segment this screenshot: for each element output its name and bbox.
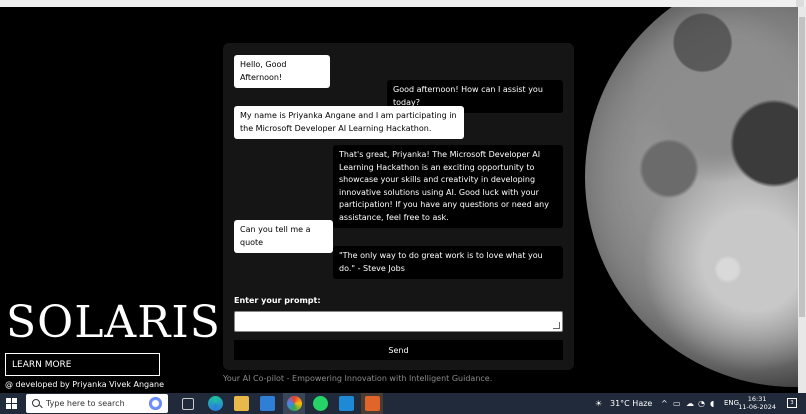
onedrive-icon[interactable]: ☁	[686, 393, 694, 414]
learn-more-button[interactable]: LEARN MORE	[5, 353, 160, 376]
clock-date: 11-06-2024	[738, 403, 776, 411]
task-view-icon[interactable]	[182, 398, 194, 410]
scrollbar-thumb[interactable]	[799, 17, 805, 317]
browser-icon[interactable]	[287, 396, 302, 411]
browser-top-strip	[0, 0, 806, 7]
moon-image	[585, 7, 806, 387]
cortana-icon[interactable]	[149, 397, 162, 410]
clock-time: 16:31	[747, 395, 767, 403]
user-message: My name is Priyanka Angane and I am part…	[234, 106, 464, 139]
brand-title: SOLARIS	[6, 297, 221, 348]
windows-start-icon[interactable]	[6, 398, 17, 409]
battery-icon[interactable]: ▭	[673, 393, 681, 414]
tagline: Your AI Co-pilot - Empowering Innovation…	[223, 374, 493, 383]
vscode-icon[interactable]	[339, 396, 354, 411]
taskbar: Type here to search ☀ 31°C Haze ^ ▭ ☁ ◔ …	[0, 393, 806, 414]
prompt-input[interactable]	[234, 311, 563, 332]
search-placeholder: Type here to search	[46, 399, 125, 408]
page-scrollbar[interactable]	[798, 7, 806, 393]
volume-icon[interactable]: ◖	[710, 393, 714, 414]
send-button[interactable]: Send	[234, 340, 563, 360]
resize-grip-icon[interactable]	[553, 322, 560, 329]
search-icon	[32, 399, 40, 407]
wifi-icon[interactable]: ◔	[698, 393, 705, 414]
weather-text[interactable]: 31°C Haze	[610, 393, 652, 414]
taskbar-search-box[interactable]: Type here to search	[26, 394, 168, 413]
edge-icon[interactable]	[208, 396, 223, 411]
developer-credit: @ developed by Priyanka Vivek Angane	[5, 380, 164, 389]
language-indicator[interactable]: ENG	[724, 393, 739, 414]
notification-icon[interactable]: 3	[787, 398, 797, 408]
bot-message: "The only way to do great work is to lov…	[333, 246, 563, 279]
prompt-label: Enter your prompt:	[234, 296, 321, 305]
chevron-up-icon[interactable]: ^	[661, 393, 668, 414]
clock[interactable]: 16:31 11-06-2024	[738, 395, 776, 411]
user-message: Hello, Good Afternoon!	[234, 55, 330, 88]
whatsapp-icon[interactable]	[313, 396, 328, 411]
file-explorer-icon[interactable]	[234, 396, 249, 411]
mail-icon[interactable]	[260, 396, 275, 411]
app-icon[interactable]	[365, 396, 380, 411]
scroll-up-arrow[interactable]	[796, 0, 804, 7]
weather-icon[interactable]: ☀	[595, 393, 605, 414]
bot-message: That's great, Priyanka! The Microsoft De…	[333, 145, 563, 228]
user-message: Can you tell me a quote	[234, 220, 333, 253]
